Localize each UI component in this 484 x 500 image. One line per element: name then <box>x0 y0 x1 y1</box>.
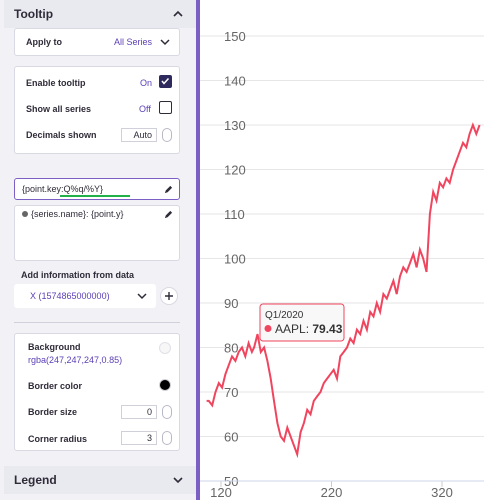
pencil-icon[interactable] <box>164 210 173 219</box>
add-info-value: X (1574865000000) <box>30 291 110 301</box>
legend-section-header[interactable]: Legend <box>4 466 196 494</box>
tooltip-section-title: Tooltip <box>14 7 54 21</box>
header-format-value: {point.key:Q%q/%Y} <box>22 184 104 194</box>
settings-panel: Tooltip Apply to All Series Enable toolt… <box>0 0 196 500</box>
corner-radius-input[interactable]: 3 <box>121 431 157 445</box>
legend-section-title: Legend <box>14 473 57 487</box>
border-size-spinner[interactable] <box>162 405 172 419</box>
point-format-value: {series.name}: {point.y} <box>31 209 124 219</box>
tooltip-title: Q1/2020 <box>265 310 304 321</box>
border-size-label: Border size <box>28 407 78 417</box>
chevron-down-icon[interactable] <box>137 292 147 300</box>
x-tick-label: 320 <box>431 485 453 500</box>
tooltip-value: 79.43 <box>312 322 342 336</box>
add-info-label: Add information from data <box>21 270 134 280</box>
chart-tooltip: Q1/2020 AAPL: 79.43 <box>259 303 345 342</box>
border-color-swatch[interactable] <box>159 379 171 391</box>
series-line-aapl <box>206 122 481 459</box>
y-tick-label: 120 <box>224 163 246 178</box>
enable-tooltip-checkbox[interactable] <box>159 75 172 88</box>
corner-radius-spinner[interactable] <box>162 431 172 445</box>
tooltip-series-name: AAPL <box>275 322 306 336</box>
chevron-down-icon[interactable] <box>160 38 170 46</box>
x-tick-label: 220 <box>321 485 343 500</box>
border-size-input[interactable]: 0 <box>121 405 157 419</box>
tooltip-series-marker <box>264 325 272 332</box>
apply-to-select[interactable]: All Series <box>114 37 152 47</box>
x-tick-label: 120 <box>210 485 232 500</box>
show-all-series-checkbox[interactable] <box>159 101 172 114</box>
y-tick-label: 80 <box>224 341 238 356</box>
show-all-series-label: Show all series <box>26 104 92 114</box>
show-all-series-state: Off <box>139 104 151 114</box>
line-chart: 5060708090100110120130140150 120 220 320 Q… <box>200 29 484 500</box>
tooltip-section-header[interactable]: Tooltip <box>4 0 196 28</box>
check-icon <box>161 77 170 85</box>
y-tick-label: 150 <box>224 29 246 44</box>
background-value: rgba(247,247,247,0.85) <box>28 355 123 365</box>
decimals-label: Decimals shown <box>26 130 97 140</box>
y-tick-label: 130 <box>224 118 246 133</box>
apply-to-label: Apply to <box>26 37 62 47</box>
pencil-icon[interactable] <box>164 185 173 194</box>
corner-radius-label: Corner radius <box>28 434 88 444</box>
spellcheck-underline <box>60 195 130 197</box>
y-tick-label: 90 <box>224 296 238 311</box>
svg-text:AAPL: 79.43: AAPL: 79.43 <box>275 322 343 336</box>
chevron-down-icon[interactable] <box>172 474 184 486</box>
y-tick-label: 140 <box>224 74 246 89</box>
enable-tooltip-label: Enable tooltip <box>26 78 86 88</box>
plus-icon <box>165 292 173 300</box>
bullet-icon <box>22 211 28 217</box>
y-tick-label: 60 <box>224 430 238 445</box>
add-info-button[interactable] <box>160 287 178 305</box>
border-color-label: Border color <box>28 381 83 391</box>
y-tick-label: 70 <box>224 385 238 400</box>
chart-area: 50 60 70 80 90 100 110 120 130 140 150 120 220 320 Q… <box>200 0 484 500</box>
background-label: Background <box>28 342 81 352</box>
y-tick-label: 110 <box>224 207 245 222</box>
decimals-input[interactable]: Auto <box>121 128 157 142</box>
background-color-swatch[interactable] <box>159 342 171 354</box>
section-divider <box>14 322 180 323</box>
decimals-spinner[interactable] <box>162 128 172 142</box>
chevron-up-icon[interactable] <box>172 8 184 20</box>
y-tick-label: 100 <box>224 252 246 267</box>
enable-tooltip-state: On <box>140 78 153 88</box>
